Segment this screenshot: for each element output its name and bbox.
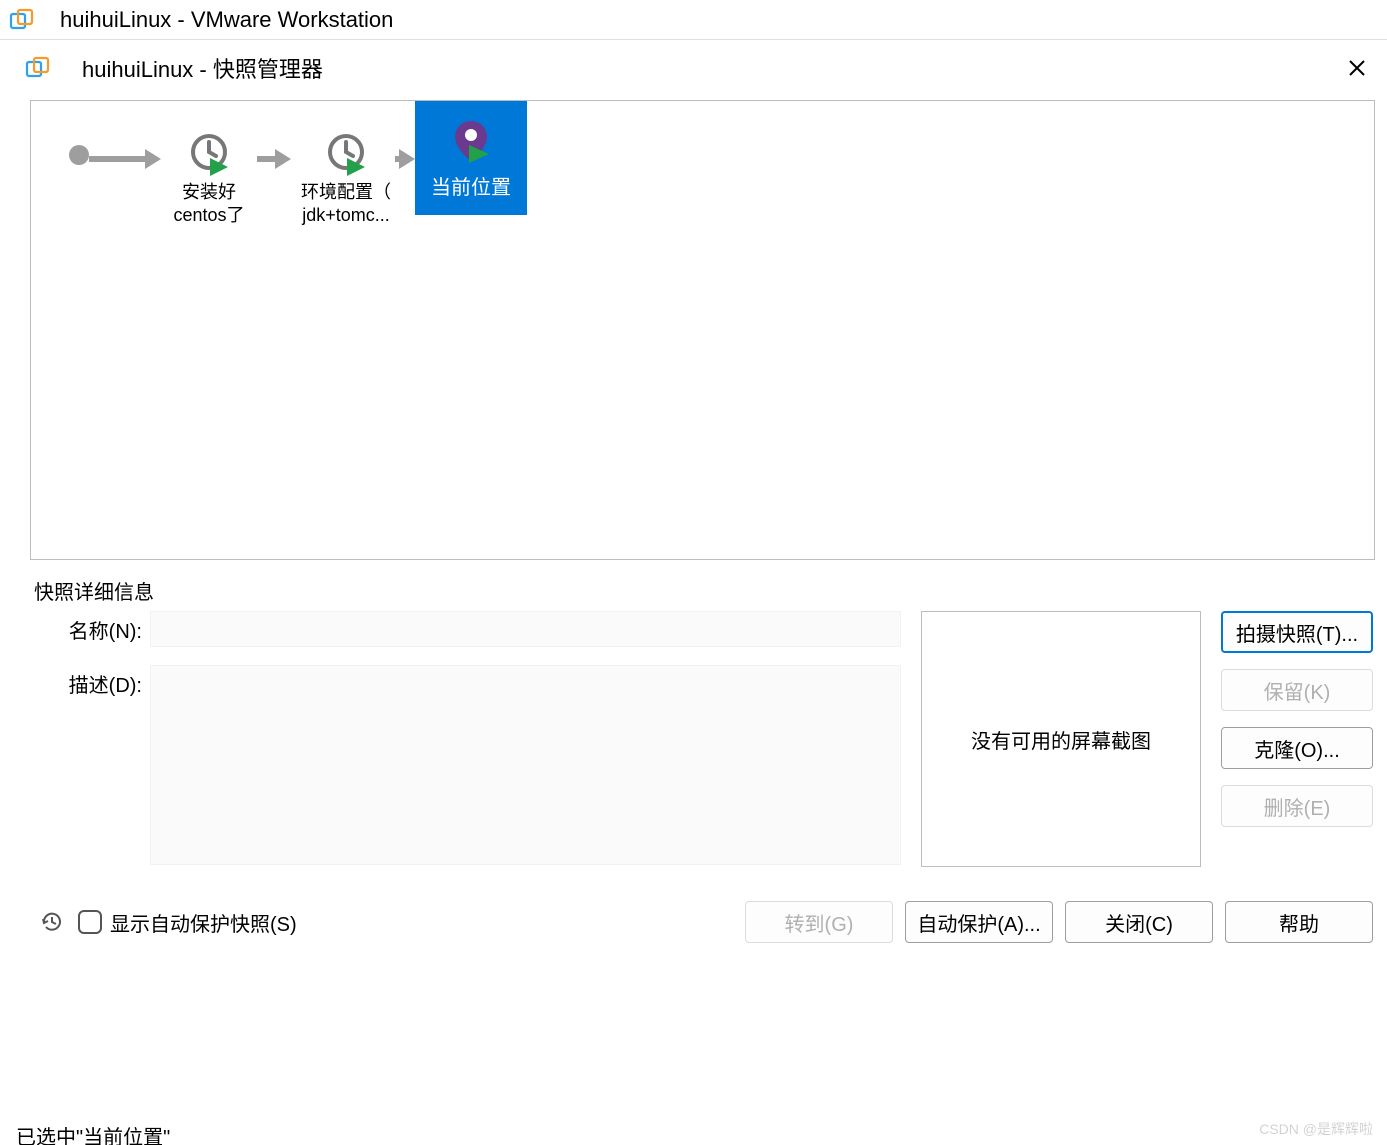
fields-column: 名称(N): 描述(D): (54, 611, 901, 883)
delete-button: 删除(E) (1221, 785, 1373, 827)
checkbox-label: 显示自动保护快照(S) (110, 908, 297, 937)
name-label: 名称(N): (54, 611, 150, 644)
bottom-bar: 显示自动保护快照(S) 转到(G) 自动保护(A)... 关闭(C) 帮助 (18, 889, 1387, 961)
close-button[interactable] (1337, 48, 1377, 88)
snapshot-label: 安装好 (161, 181, 257, 204)
arrow-icon (257, 149, 291, 169)
snapshot-label-2: centos了 (161, 204, 257, 227)
app-titlebar: huihuiLinux - VMware Workstation (0, 0, 1387, 40)
close-dialog-button[interactable]: 关闭(C) (1065, 901, 1213, 943)
root-node-icon[interactable] (69, 145, 89, 165)
tree-row: 安装好 centos了 环境配置（ jdk+tomc... (69, 129, 527, 228)
snapshot-label: 环境配置（ (291, 181, 401, 204)
snapshot-node[interactable]: 环境配置（ jdk+tomc... (291, 129, 401, 228)
snapshot-tree[interactable]: 安装好 centos了 环境配置（ jdk+tomc... (30, 100, 1375, 560)
take-snapshot-button[interactable]: 拍摄快照(T)... (1221, 611, 1373, 653)
location-play-icon (449, 117, 493, 165)
history-icon[interactable] (38, 908, 66, 936)
dialog-body: 安装好 centos了 环境配置（ jdk+tomc... (18, 90, 1387, 1145)
goto-button: 转到(G) (745, 901, 893, 943)
details-section-label: 快照详细信息 (34, 576, 1387, 605)
keep-button: 保留(K) (1221, 669, 1373, 711)
details-grid: 名称(N): 描述(D): 没有可用的屏幕截图 拍摄快照(T)... 保留(K)… (18, 611, 1387, 889)
watermark: CSDN @是辉辉啦 (1259, 1119, 1373, 1139)
snapshot-manager-dialog: huihuiLinux - 快照管理器 安装好 (18, 46, 1387, 1145)
clock-play-icon (186, 132, 232, 178)
desc-label: 描述(D): (54, 665, 150, 698)
snapshot-node[interactable]: 安装好 centos了 (161, 129, 257, 228)
screenshot-thumbnail: 没有可用的屏幕截图 (921, 611, 1201, 867)
desc-row: 描述(D): (54, 665, 901, 865)
thumbnail-text: 没有可用的屏幕截图 (971, 725, 1151, 754)
clone-button[interactable]: 克隆(O)... (1221, 727, 1373, 769)
dialog-title: huihuiLinux - 快照管理器 (82, 52, 1337, 84)
snapshot-label-2: jdk+tomc... (291, 204, 401, 227)
current-location-node[interactable]: 当前位置 (415, 101, 527, 215)
name-field[interactable] (150, 611, 901, 647)
vmware-icon (8, 6, 36, 34)
arrow-icon (89, 149, 161, 169)
show-autoprotect-checkbox[interactable]: 显示自动保护快照(S) (78, 908, 297, 937)
app-title: huihuiLinux - VMware Workstation (60, 7, 393, 33)
help-button[interactable]: 帮助 (1225, 901, 1373, 943)
status-text: 已选中"当前位置" (16, 1121, 170, 1145)
arrow-icon (395, 149, 415, 169)
vmware-icon (24, 54, 52, 82)
autoprotect-button[interactable]: 自动保护(A)... (905, 901, 1053, 943)
dialog-titlebar[interactable]: huihuiLinux - 快照管理器 (18, 46, 1387, 90)
checkbox-icon (78, 910, 102, 934)
current-label: 当前位置 (431, 171, 511, 200)
description-field[interactable] (150, 665, 901, 865)
clock-play-icon (323, 132, 369, 178)
side-buttons: 拍摄快照(T)... 保留(K) 克隆(O)... 删除(E) (1221, 611, 1373, 827)
name-row: 名称(N): (54, 611, 901, 647)
